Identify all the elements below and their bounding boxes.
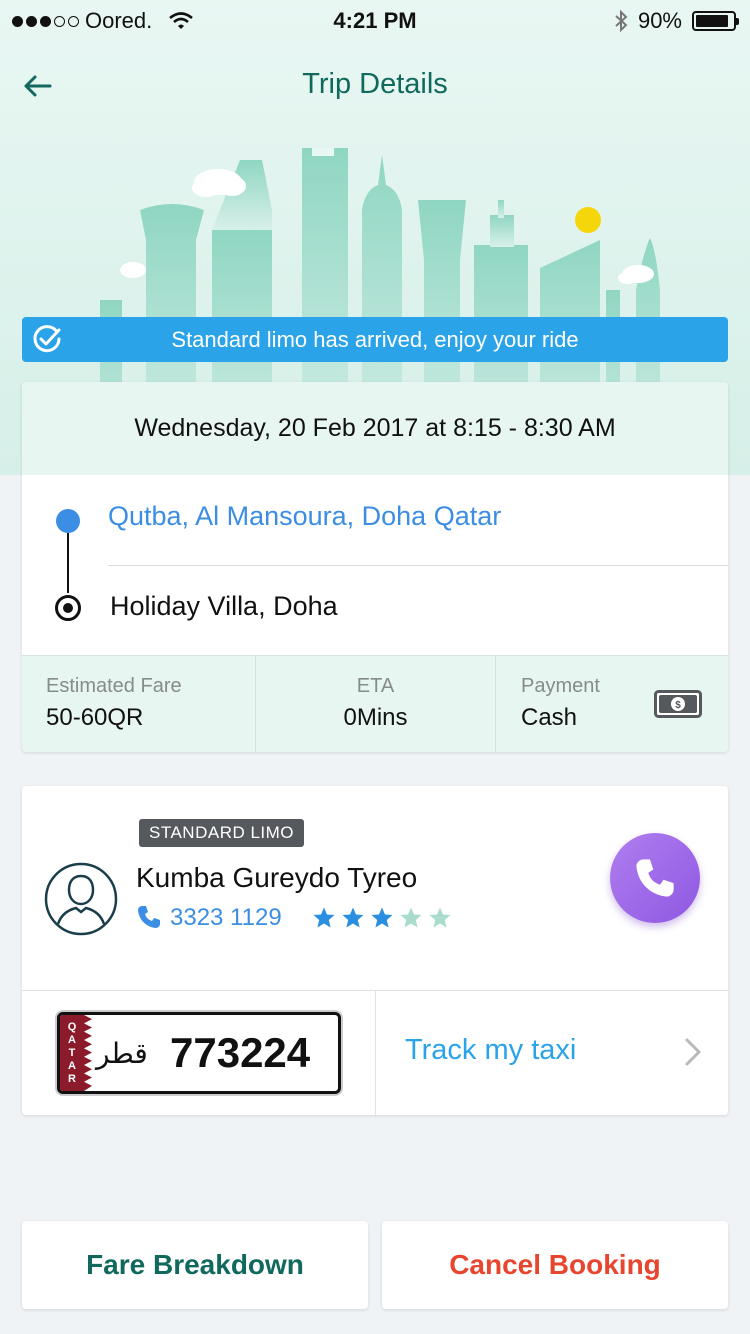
svg-text:$: $ — [675, 700, 681, 711]
payment-label: Payment — [521, 675, 600, 697]
star-empty-icon — [429, 907, 451, 928]
driver-card: STANDARD LIMO Kumba Gureydo Tyreo 3323 1… — [22, 786, 728, 1115]
chevron-right-icon[interactable] — [682, 1036, 704, 1068]
license-plate: QATAR قطر 773224 — [57, 1012, 341, 1094]
plate-number: 773224 — [170, 1029, 311, 1076]
payment-cell[interactable]: Payment Cash $ — [495, 656, 728, 752]
star-filled-icon — [313, 907, 335, 928]
trip-card: Wednesday, 20 Feb 2017 at 8:15 - 8:30 AM… — [22, 382, 728, 752]
dropoff-marker-icon — [55, 595, 81, 621]
driver-phone[interactable]: 3323 1129 — [170, 904, 282, 932]
star-filled-icon — [342, 907, 364, 928]
bluetooth-icon — [615, 9, 628, 33]
battery-icon — [692, 11, 739, 31]
route-line — [67, 533, 69, 593]
vehicle-type-badge: STANDARD LIMO — [139, 819, 305, 847]
pickup-location[interactable]: Qutba, Al Mansoura, Doha Qatar — [108, 501, 501, 532]
fare-summary: Estimated Fare 50-60QR ETA 0Mins Payment… — [22, 655, 728, 752]
eta-value: 0Mins — [343, 704, 408, 731]
cancel-booking-button[interactable]: Cancel Booking — [382, 1221, 728, 1309]
phone-call-icon — [636, 859, 674, 897]
star-empty-icon — [400, 907, 422, 928]
plate-divider — [375, 991, 376, 1115]
payment-value: Cash — [521, 704, 578, 731]
user-avatar-icon — [44, 862, 118, 936]
fare-breakdown-button[interactable]: Fare Breakdown — [22, 1221, 368, 1309]
fare-value: 50-60QR — [46, 704, 144, 731]
track-my-taxi-link[interactable]: Track my taxi — [405, 1034, 576, 1067]
pickup-marker-icon — [56, 509, 80, 533]
trip-datetime: Wednesday, 20 Feb 2017 at 8:15 - 8:30 AM — [22, 382, 728, 475]
estimated-fare-cell: Estimated Fare 50-60QR — [22, 656, 255, 752]
route-section: Qutba, Al Mansoura, Doha Qatar Holiday V… — [22, 475, 728, 655]
driver-rating — [312, 906, 452, 930]
qatar-flag-icon: QATAR — [60, 1015, 84, 1091]
route-divider — [108, 565, 728, 566]
plate-arabic-text: قطر — [96, 1037, 148, 1070]
battery-percent: 90% — [637, 8, 682, 33]
dropoff-location[interactable]: Holiday Villa, Doha — [110, 591, 338, 622]
navigation-bar: Trip Details — [0, 60, 750, 110]
status-banner: Standard limo has arrived, enjoy your ri… — [22, 317, 728, 362]
eta-label: ETA — [356, 675, 395, 697]
check-circle-icon — [33, 325, 61, 353]
flag-serration — [84, 1015, 92, 1091]
cash-icon: $ — [654, 690, 702, 718]
star-filled-icon — [371, 907, 393, 928]
driver-name: Kumba Gureydo Tyreo — [136, 862, 418, 893]
status-bar: Oored. 4:21 PM 90% — [0, 0, 750, 40]
fare-label: Estimated Fare — [46, 675, 182, 697]
page-title: Trip Details — [302, 68, 448, 100]
banner-text: Standard limo has arrived, enjoy your ri… — [171, 326, 579, 352]
eta-cell: ETA 0Mins — [255, 656, 495, 752]
status-right: 90% — [614, 8, 739, 34]
phone-icon — [138, 906, 160, 928]
call-driver-button[interactable] — [610, 833, 700, 923]
